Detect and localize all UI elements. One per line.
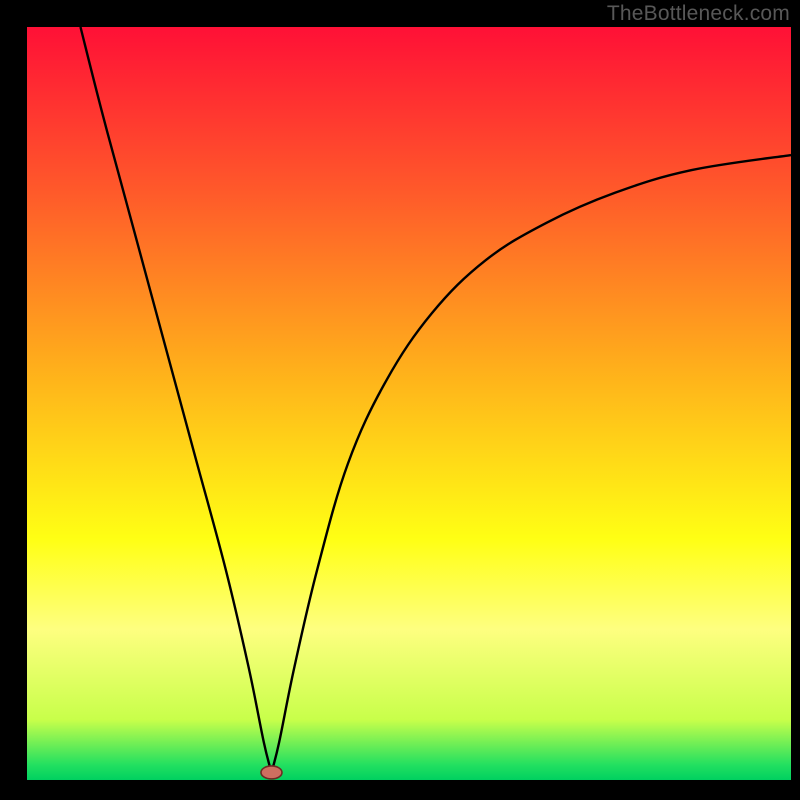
watermark-label: TheBottleneck.com xyxy=(607,2,790,26)
plot-area xyxy=(27,27,791,780)
minimum-marker xyxy=(261,766,282,779)
chart-wrapper: TheBottleneck.com xyxy=(0,0,800,800)
bottleneck-chart xyxy=(0,0,800,800)
